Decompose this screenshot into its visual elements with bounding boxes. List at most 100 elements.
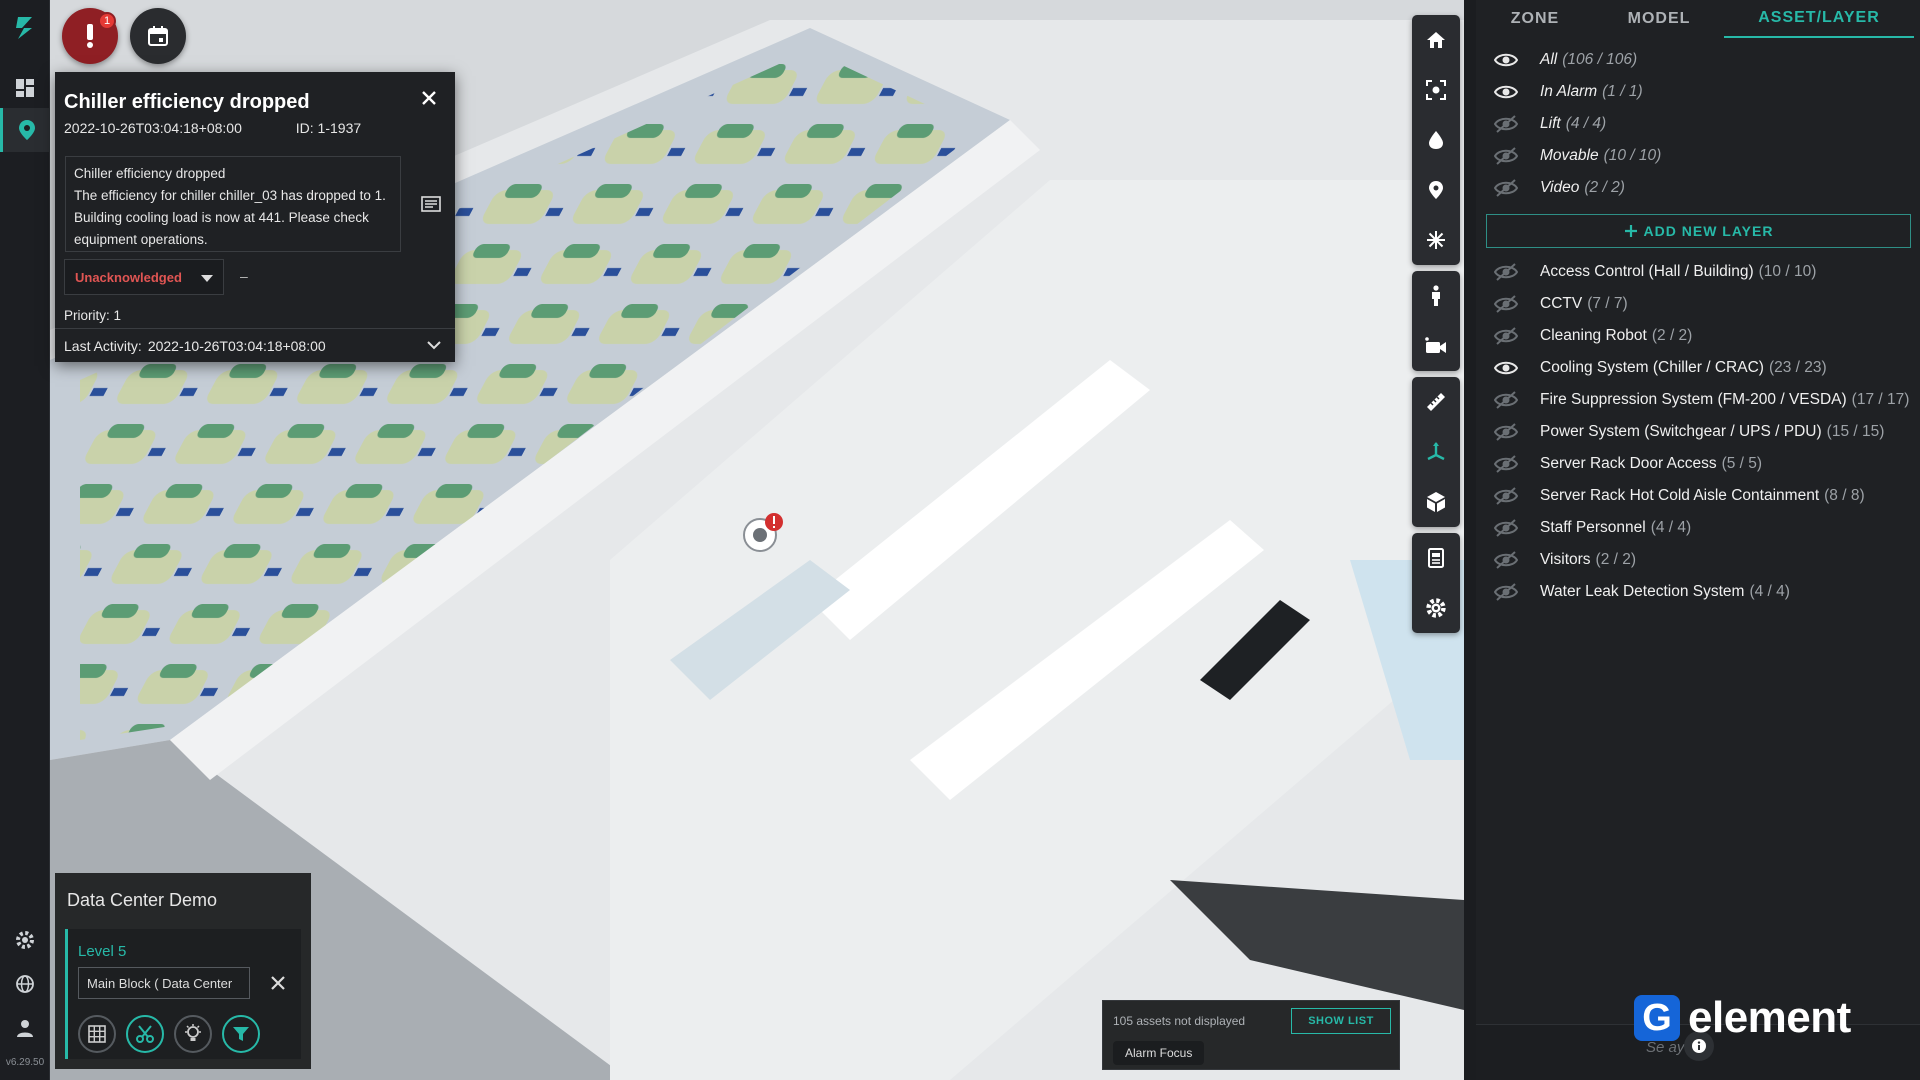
exclamation-icon bbox=[87, 24, 93, 48]
model-tool-button[interactable] bbox=[1412, 477, 1460, 527]
layer-name: CCTV bbox=[1540, 295, 1583, 312]
layer-row[interactable]: Water Leak Detection System (4 / 4) bbox=[1486, 576, 1916, 608]
notes-button[interactable] bbox=[421, 196, 441, 217]
layer-name: Movable bbox=[1540, 147, 1599, 164]
eye-off-icon[interactable] bbox=[1494, 178, 1522, 198]
layer-row[interactable]: Power System (Switchgear / UPS / PDU) (15… bbox=[1486, 416, 1916, 448]
layer-row[interactable]: Movable (10 / 10) bbox=[1486, 140, 1916, 172]
camera-tool-button[interactable] bbox=[1412, 321, 1460, 371]
layer-row[interactable]: CCTV (7 / 7) bbox=[1486, 288, 1916, 320]
water-layer-button[interactable] bbox=[1412, 115, 1460, 165]
close-alarm-card-button[interactable] bbox=[417, 86, 441, 110]
nav-settings[interactable] bbox=[0, 918, 50, 962]
calendar-button[interactable] bbox=[130, 8, 186, 64]
eye-off-icon[interactable] bbox=[1494, 114, 1522, 134]
layer-count: (106 / 106) bbox=[1562, 51, 1638, 68]
measure-tool-button[interactable] bbox=[1412, 377, 1460, 427]
last-activity-label: Last Activity: bbox=[64, 337, 142, 354]
brand-logo-mark: G bbox=[1634, 995, 1680, 1041]
focus-view-button[interactable] bbox=[1412, 65, 1460, 115]
location-path-input[interactable] bbox=[78, 967, 250, 999]
nav-profile[interactable] bbox=[0, 1006, 50, 1050]
alarm-last-activity-row[interactable]: Last Activity: 2022-10-26T03:04:18+08:00 bbox=[55, 328, 455, 362]
personnel-tool-button[interactable] bbox=[1412, 271, 1460, 321]
grid-toggle-button[interactable] bbox=[78, 1015, 116, 1053]
nav-map[interactable] bbox=[0, 108, 50, 152]
tab-zone[interactable]: ZONE bbox=[1476, 0, 1594, 38]
layer-count: (2 / 2) bbox=[1651, 327, 1693, 344]
eye-off-icon[interactable] bbox=[1494, 486, 1522, 506]
eye-off-icon[interactable] bbox=[1494, 146, 1522, 166]
eye-off-icon[interactable] bbox=[1494, 422, 1522, 442]
section-cut-button[interactable] bbox=[126, 1015, 164, 1053]
app-version: v6.29.50 bbox=[5, 1057, 45, 1068]
show-list-button[interactable]: SHOW LIST bbox=[1291, 1008, 1391, 1034]
layer-name: Staff Personnel bbox=[1540, 519, 1646, 536]
eye-off-icon[interactable] bbox=[1494, 582, 1522, 602]
clear-location-button[interactable] bbox=[264, 969, 292, 997]
person-icon bbox=[1432, 285, 1440, 306]
eye-off-icon[interactable] bbox=[1494, 550, 1522, 570]
layer-row[interactable]: Server Rack Door Access (5 / 5) bbox=[1486, 448, 1916, 480]
layer-row[interactable]: In Alarm (1 / 1) bbox=[1486, 76, 1916, 108]
alarm-status-dropdown[interactable]: Unacknowledged bbox=[64, 259, 224, 295]
axis-tool-button[interactable] bbox=[1412, 427, 1460, 477]
level-label[interactable]: Level 5 bbox=[78, 943, 126, 960]
eye-icon[interactable] bbox=[1494, 82, 1522, 102]
sensor-tool-button[interactable] bbox=[1412, 215, 1460, 265]
nav-globe[interactable] bbox=[0, 962, 50, 1006]
layer-row[interactable]: All (106 / 106) bbox=[1486, 44, 1916, 76]
sparkle-icon bbox=[1427, 231, 1445, 249]
eye-off-icon[interactable] bbox=[1494, 390, 1522, 410]
tab-model[interactable]: MODEL bbox=[1594, 0, 1724, 38]
layer-name: All bbox=[1540, 51, 1558, 68]
lighting-toggle-button[interactable] bbox=[174, 1015, 212, 1053]
alarm-focus-chip[interactable]: Alarm Focus bbox=[1113, 1041, 1205, 1065]
chevron-down-icon bbox=[201, 275, 213, 282]
filter-button[interactable] bbox=[222, 1015, 260, 1053]
alarm-status-value: Unacknowledged bbox=[75, 269, 182, 285]
eye-off-icon[interactable] bbox=[1494, 326, 1522, 346]
viewport-settings-button[interactable] bbox=[1412, 583, 1460, 633]
eye-off-icon[interactable] bbox=[1494, 454, 1522, 474]
eye-icon[interactable] bbox=[1494, 50, 1522, 70]
nav-dashboard[interactable] bbox=[0, 66, 50, 110]
map-pin-icon bbox=[18, 120, 35, 140]
layer-row[interactable]: Lift (4 / 4) bbox=[1486, 108, 1916, 140]
layer-row[interactable]: Staff Personnel (4 / 4) bbox=[1486, 512, 1916, 544]
alarm-notifications-button[interactable]: 1 bbox=[62, 8, 118, 64]
report-tool-button[interactable] bbox=[1412, 533, 1460, 583]
layer-count: (2 / 2) bbox=[1584, 179, 1625, 196]
layer-count: (2 / 2) bbox=[1595, 551, 1637, 568]
viewport-toolbar bbox=[1412, 15, 1460, 639]
layer-name: Fire Suppression System (FM-200 / VESDA) bbox=[1540, 391, 1847, 408]
add-new-layer-button[interactable]: ADD NEW LAYER bbox=[1486, 214, 1911, 248]
layer-row[interactable]: Video (2 / 2) bbox=[1486, 172, 1916, 204]
expand-chevron-icon bbox=[427, 341, 441, 350]
layer-row[interactable]: Visitors (2 / 2) bbox=[1486, 544, 1916, 576]
brand-logo: G element bbox=[1634, 990, 1894, 1046]
layer-count: (8 / 8) bbox=[1824, 487, 1865, 504]
app-logo[interactable] bbox=[0, 6, 50, 50]
eye-off-icon[interactable] bbox=[1494, 262, 1522, 282]
logo-icon bbox=[16, 17, 32, 39]
eye-off-icon[interactable] bbox=[1494, 294, 1522, 314]
cube-icon bbox=[1427, 492, 1445, 512]
layer-row[interactable]: Cooling System (Chiller / CRAC) (23 / 23) bbox=[1486, 352, 1916, 384]
last-activity-value: 2022-10-26T03:04:18+08:00 bbox=[147, 337, 326, 354]
add-new-layer-label: ADD NEW LAYER bbox=[1643, 223, 1774, 239]
eye-off-icon[interactable] bbox=[1494, 518, 1522, 538]
layer-row[interactable]: Fire Suppression System (FM-200 / VESDA)… bbox=[1486, 384, 1916, 416]
layer-name: Power System (Switchgear / UPS / PDU) bbox=[1540, 423, 1822, 440]
home-view-button[interactable] bbox=[1412, 15, 1460, 65]
layer-row[interactable]: Access Control (Hall / Building) (10 / 10… bbox=[1486, 256, 1916, 288]
eye-icon[interactable] bbox=[1494, 358, 1522, 378]
layer-count: (10 / 10) bbox=[1603, 147, 1662, 164]
layer-count: (5 / 5) bbox=[1721, 455, 1763, 472]
asset-layer-panel: ZONE MODEL ASSET/LAYER All (106 / 106) In … bbox=[1476, 0, 1920, 1080]
system-tools-group bbox=[1412, 533, 1460, 633]
pin-tool-button[interactable] bbox=[1412, 165, 1460, 215]
layer-row[interactable]: Cleaning Robot (2 / 2) bbox=[1486, 320, 1916, 352]
tab-asset-layer[interactable]: ASSET/LAYER bbox=[1724, 0, 1914, 38]
layer-row[interactable]: Server Rack Hot Cold Aisle Containment (8… bbox=[1486, 480, 1916, 512]
